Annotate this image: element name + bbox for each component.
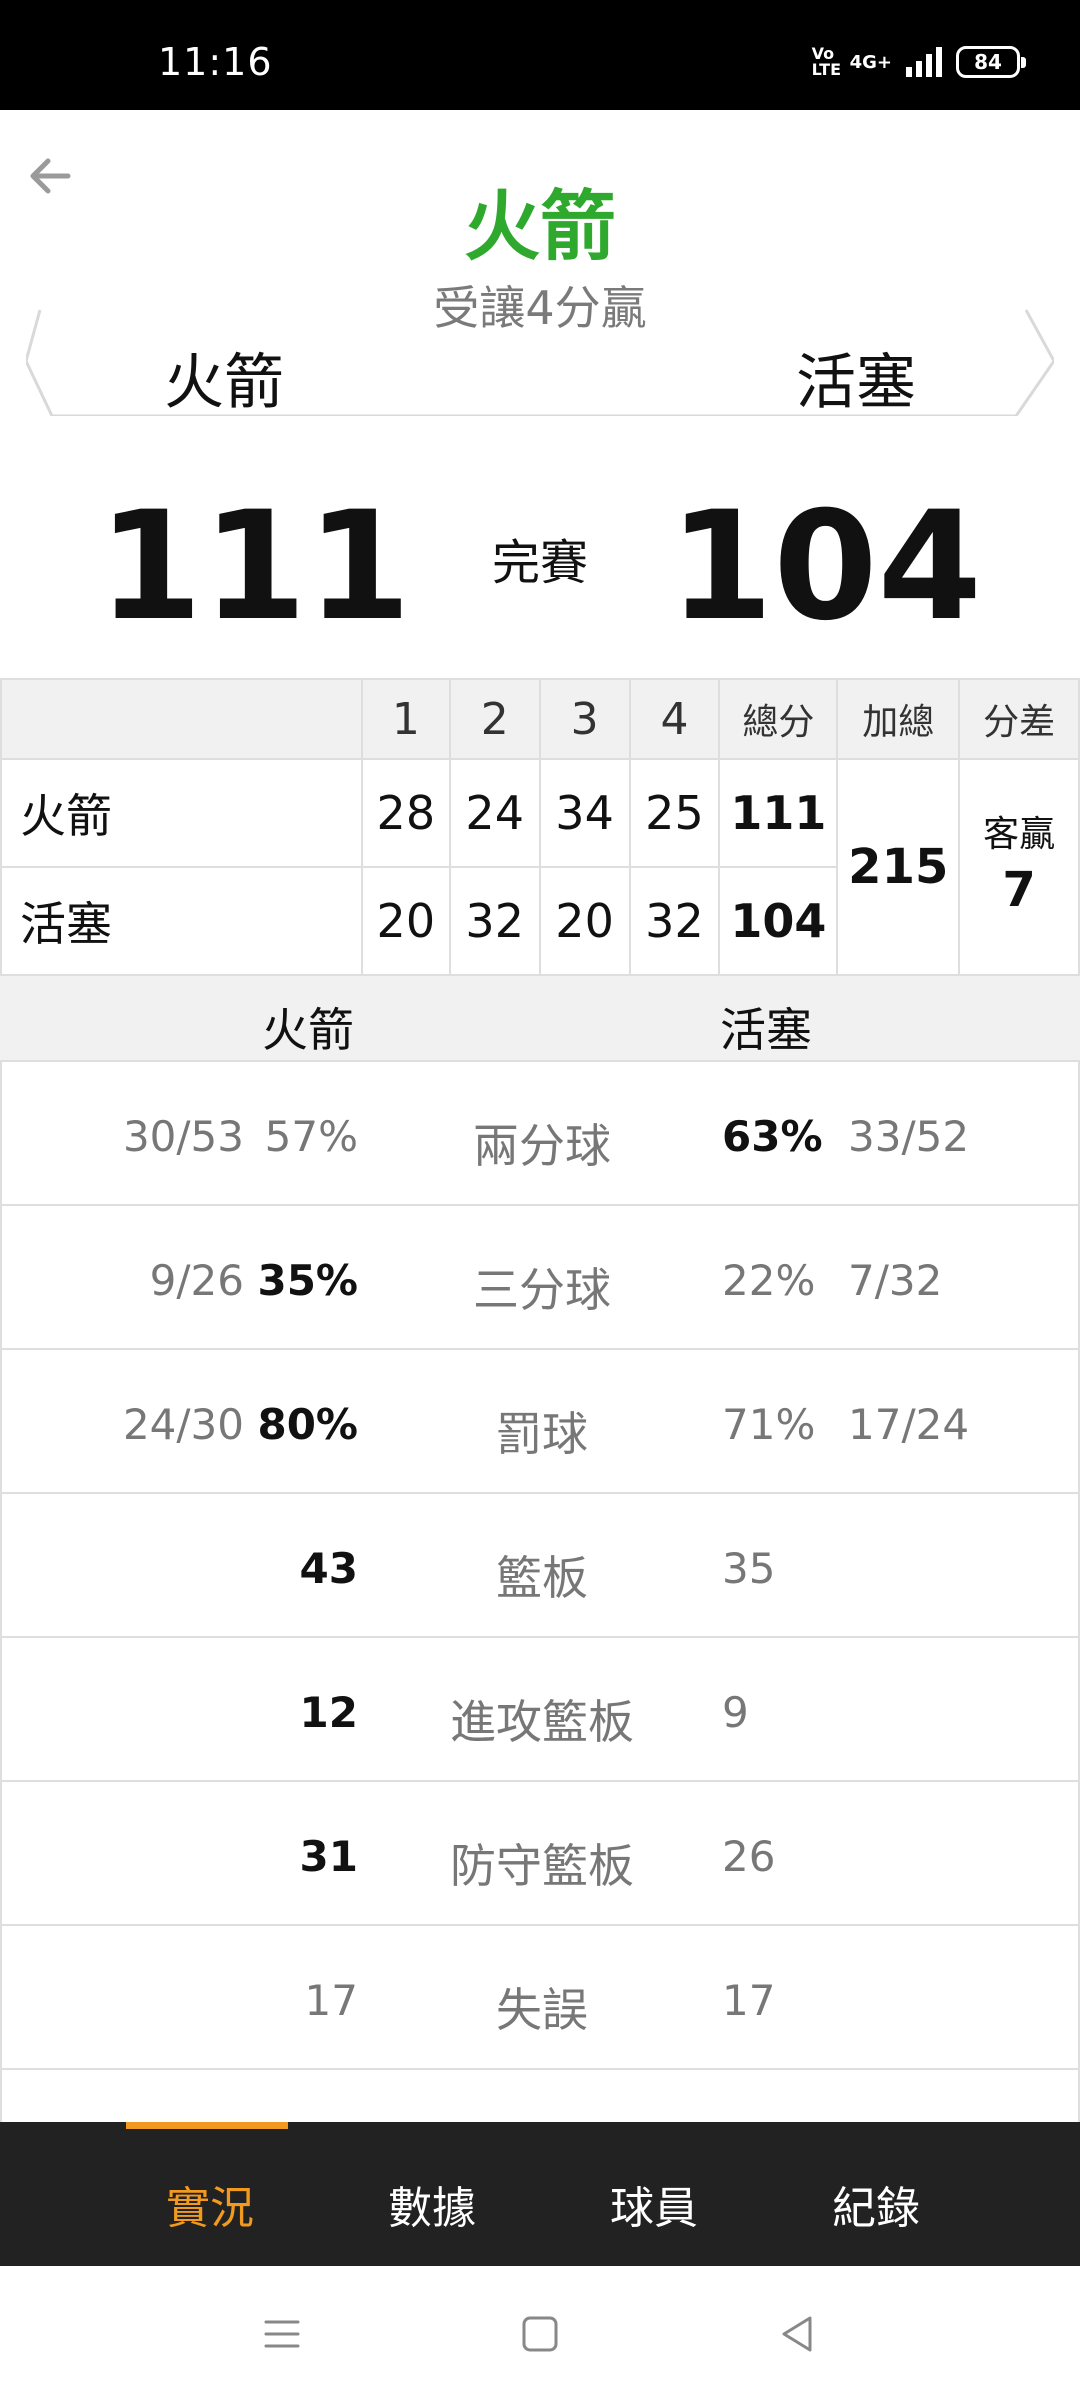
- home-icon[interactable]: [516, 2310, 564, 2358]
- table-header-blank: [0, 678, 363, 760]
- battery-level: 84: [974, 50, 1002, 74]
- volte-icon: Vo LTE: [811, 44, 841, 79]
- team-right-name: 活塞: [796, 348, 916, 418]
- tab-records[interactable]: 紀錄: [832, 2172, 920, 2236]
- stat-right-value: 22%: [722, 1256, 816, 1305]
- status-time: 11:16: [158, 40, 273, 84]
- back-icon[interactable]: [774, 2310, 822, 2358]
- stat-name: 籃板: [496, 1551, 588, 1605]
- stat-right-value: 71%: [722, 1400, 816, 1449]
- team-left-name: 火箭: [164, 348, 284, 418]
- row-q4: 32: [628, 866, 721, 976]
- stat-right-fraction: 17/24: [848, 1400, 970, 1449]
- header-diff: 分差: [958, 678, 1080, 760]
- tab-live[interactable]: 實況: [166, 2172, 254, 2236]
- bottom-tab-bar: 實況 數據 球員 紀錄: [0, 2122, 1080, 2266]
- combined-score: 215: [836, 758, 961, 976]
- header-combined: 加總: [836, 678, 961, 760]
- stat-row: 43 籃板 35: [2, 1492, 1078, 1636]
- row-q1: 28: [360, 758, 451, 868]
- stats-left-team: 火箭: [262, 1003, 354, 1057]
- stats-list[interactable]: 30/53 57% 兩分球 63% 33/52 9/26 35% 三分球 22%…: [0, 1060, 1080, 2122]
- battery-icon: 84: [956, 46, 1026, 78]
- stat-row: 24/30 80% 罰球 71% 17/24: [2, 1348, 1078, 1492]
- header-q2: 2: [448, 678, 541, 760]
- status-bar: 11:16 Vo LTE 4G+ 84: [0, 0, 1080, 110]
- stat-right-value: 9: [722, 1688, 749, 1737]
- row-q1: 20: [360, 866, 451, 976]
- row-q4: 25: [628, 758, 721, 868]
- stat-right-value: 17: [722, 1976, 776, 2025]
- stat-row: 12 進攻籃板 9: [2, 1636, 1078, 1780]
- row-total: 111: [718, 758, 839, 868]
- table-header-row: 1 2 3 4 總分 加總 分差: [0, 678, 1080, 760]
- header-q3: 3: [538, 678, 631, 760]
- row-q2: 24: [448, 758, 541, 868]
- row-team-name: 火箭: [0, 758, 363, 868]
- stat-name: 進攻籃板: [450, 1695, 634, 1749]
- header-total: 總分: [718, 678, 839, 760]
- stat-right-value: 63%: [722, 1112, 823, 1161]
- row-q2: 32: [448, 866, 541, 976]
- system-nav-bar: [0, 2266, 1080, 2400]
- header-q1: 1: [360, 678, 451, 760]
- stat-name: 失誤: [496, 1983, 588, 2037]
- row-team-name: 活塞: [0, 866, 363, 976]
- tab-players[interactable]: 球員: [610, 2172, 698, 2236]
- row-q3: 20: [538, 866, 631, 976]
- row-q3: 34: [538, 758, 631, 868]
- signal-icon: [906, 47, 942, 77]
- header-q4: 4: [628, 678, 721, 760]
- matchup-banner: 火箭 活塞: [26, 306, 1054, 418]
- active-tab-indicator: [126, 2122, 288, 2129]
- network-type: 4G+: [849, 51, 892, 73]
- score-diff-value: 7: [1002, 862, 1036, 919]
- quarter-score-table: 1 2 3 4 總分 加總 分差 火箭 28 24 34 25 111 215 …: [0, 678, 1080, 976]
- stat-right-value: 26: [722, 1832, 776, 1881]
- row-total: 104: [718, 866, 839, 976]
- menu-icon[interactable]: [258, 2310, 306, 2358]
- away-score: 104: [668, 480, 982, 654]
- stat-row-partial: [2, 2068, 1078, 2122]
- page-title: 火箭: [464, 182, 616, 271]
- stat-row: 9/26 35% 三分球 22% 7/32: [2, 1204, 1078, 1348]
- stats-right-team: 活塞: [720, 1003, 812, 1057]
- stat-name: 防守籃板: [450, 1839, 634, 1893]
- stat-row: 17 失誤 17: [2, 1924, 1078, 2068]
- stats-header: 火箭 活塞: [0, 974, 1080, 1062]
- score-diff-label: 客贏: [983, 814, 1056, 856]
- score-diff: 客贏 7: [958, 758, 1080, 976]
- stat-row: 30/53 57% 兩分球 63% 33/52: [2, 1060, 1078, 1204]
- table-row: 火箭 28 24 34 25 111 215 客贏 7: [0, 758, 1080, 976]
- stat-right-value: 35: [722, 1544, 776, 1593]
- tab-data[interactable]: 數據: [388, 2172, 476, 2236]
- stat-row: 31 防守籃板 26: [2, 1780, 1078, 1924]
- system-icons: Vo LTE 4G+ 84: [811, 44, 1026, 79]
- stat-right-fraction: 7/32: [848, 1256, 943, 1305]
- stat-right-fraction: 33/52: [848, 1112, 970, 1161]
